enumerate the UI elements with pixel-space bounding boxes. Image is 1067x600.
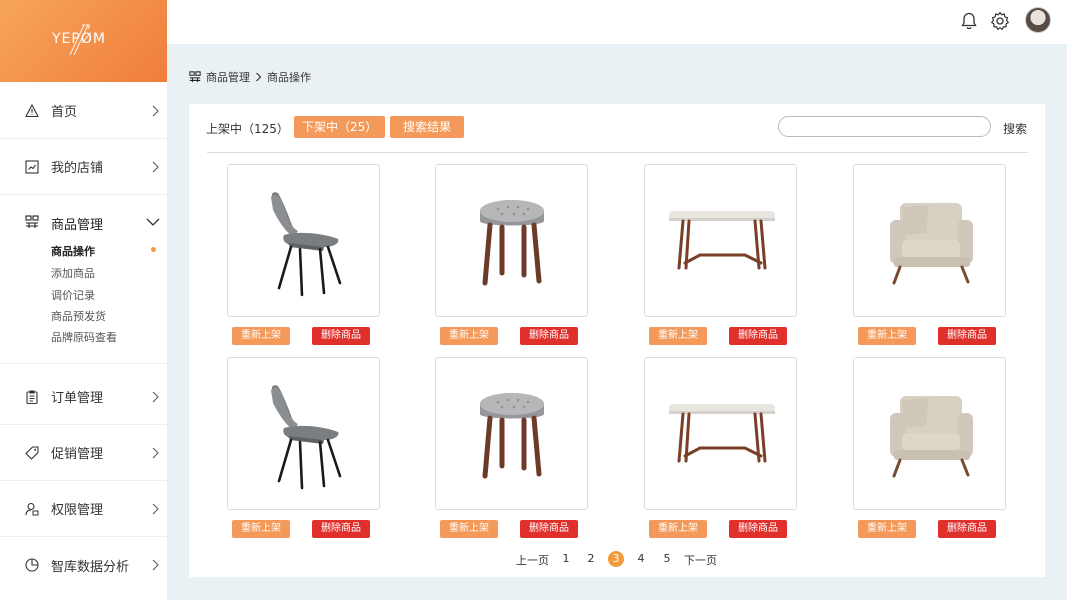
product-panel: 上架中（125） 下架中（25） 搜索结果 搜索 重新上架 删除商品 重新上架 删除… [189,104,1045,577]
sidebar-item-label: 商品管理 [51,218,104,233]
delete-product-button[interactable]: 删除商品 [312,327,370,345]
sidebar-group-product-management: 商品管理 商品操作 添加商品 调价记录 商品预发货 品牌原码查看 [0,194,167,364]
sub-item-add-product[interactable]: 添加商品 [51,265,95,281]
page-4-button[interactable]: 4 [633,552,649,565]
delete-product-button[interactable]: 删除商品 [520,520,578,538]
sidebar-item-label: 智库数据分析 [51,559,130,575]
product-card[interactable] [853,164,1006,317]
topbar [167,0,1067,44]
breadcrumb-current: 商品操作 [267,71,311,84]
sidebar-item-promotions[interactable]: 促销管理 [0,425,167,481]
sidebar: YEPØM 首页 我的店铺 商品管理 商品操作 添加商品 调价记录 商品预发货 … [0,0,167,600]
stool-image [480,393,544,479]
delete-product-button[interactable]: 删除商品 [729,520,787,538]
table-image [669,404,775,463]
product-grid-icon [189,71,201,83]
armchair-image [890,203,973,285]
relist-button[interactable]: 重新上架 [858,327,916,345]
sidebar-item-label: 订单管理 [51,391,104,406]
sidebar-item-label: 促销管理 [51,447,104,462]
product-card[interactable] [435,357,588,510]
logo-text: YEPØM [52,31,106,47]
armchair-image [890,396,973,478]
tab-on-shelf[interactable]: 上架中（125） [206,120,289,137]
sidebar-item-data-analysis[interactable]: 智库数据分析 [0,537,167,593]
active-indicator-dot [151,247,156,252]
relist-button[interactable]: 重新上架 [858,520,916,538]
prev-page-button[interactable]: 上一页 [516,552,549,568]
search-button[interactable]: 搜索 [1003,120,1027,137]
user-lock-icon [25,502,39,515]
sidebar-item-orders[interactable]: 订单管理 [0,369,167,425]
sub-item-product-operations[interactable]: 商品操作 [51,243,95,259]
product-card[interactable] [435,164,588,317]
sidebar-item-label: 我的店铺 [51,161,104,176]
table-image [669,211,775,270]
page-5-button[interactable]: 5 [659,552,675,565]
product-grid-icon [25,215,39,228]
sidebar-item-home[interactable]: 首页 [0,83,167,139]
relist-button[interactable]: 重新上架 [232,520,290,538]
delete-product-button[interactable]: 删除商品 [729,327,787,345]
sub-item-pre-shipment[interactable]: 商品预发货 [51,308,106,324]
relist-button[interactable]: 重新上架 [440,520,498,538]
stool-image [480,200,544,286]
chevron-down-icon [146,218,160,226]
delete-product-button[interactable]: 删除商品 [938,327,996,345]
logo[interactable]: YEPØM [0,0,167,82]
product-card[interactable] [227,357,380,510]
sub-item-brand-code[interactable]: 品牌原码查看 [51,329,117,345]
divider [207,152,1028,153]
delete-product-button[interactable]: 删除商品 [938,520,996,538]
clipboard-icon [26,390,38,404]
chair-image [271,385,342,490]
tag-icon [25,445,39,460]
relist-button[interactable]: 重新上架 [649,520,707,538]
product-card[interactable] [227,164,380,317]
tab-search-results[interactable]: 搜索结果 [390,116,465,138]
sidebar-item-label: 首页 [51,105,78,120]
avatar[interactable] [1025,7,1051,33]
chevron-right-icon [152,503,159,514]
delete-product-button[interactable]: 删除商品 [312,520,370,538]
sub-item-price-history[interactable]: 调价记录 [51,287,95,303]
page-3-button-current[interactable]: 3 [608,551,624,567]
bell-icon[interactable] [959,11,979,31]
warning-triangle-icon [25,103,39,117]
chevron-right-icon [152,105,159,116]
pie-chart-icon [25,558,39,572]
chair-image [271,192,342,297]
chevron-right-icon [152,559,159,571]
chevron-right-icon [152,447,159,458]
breadcrumb: 商品管理 商品操作 [189,69,311,85]
page-1-button[interactable]: 1 [558,552,574,565]
chevron-right-icon [152,161,159,172]
relist-button[interactable]: 重新上架 [649,327,707,345]
chevron-right-icon [256,72,262,82]
page-2-button[interactable]: 2 [583,552,599,565]
tab-off-shelf[interactable]: 下架中（25） [294,116,386,138]
sidebar-item-product-management[interactable]: 商品管理 [0,194,167,250]
gear-icon[interactable] [990,11,1010,31]
delete-product-button[interactable]: 删除商品 [520,327,578,345]
chevron-right-icon [152,391,159,402]
chart-box-icon [25,159,39,174]
breadcrumb-parent[interactable]: 商品管理 [206,69,250,85]
sidebar-item-my-store[interactable]: 我的店铺 [0,139,167,195]
relist-button[interactable]: 重新上架 [440,327,498,345]
product-card[interactable] [644,357,797,510]
product-card[interactable] [644,164,797,317]
sidebar-item-label: 权限管理 [51,503,104,518]
product-card[interactable] [853,357,1006,510]
relist-button[interactable]: 重新上架 [232,327,290,345]
sidebar-item-permissions[interactable]: 权限管理 [0,481,167,537]
search-input[interactable] [778,116,991,137]
next-page-button[interactable]: 下一页 [684,552,717,568]
